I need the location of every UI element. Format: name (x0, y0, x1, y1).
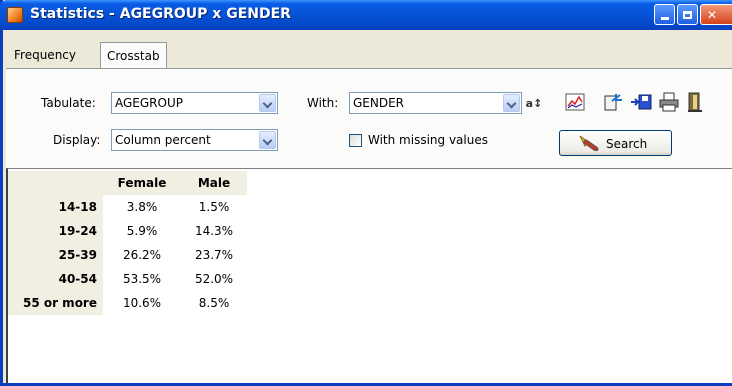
maximize-icon (683, 10, 692, 19)
maximize-button[interactable] (677, 4, 698, 25)
window-title: Statistics - AGEGROUP x GENDER (30, 6, 291, 22)
with-label: With: (307, 96, 339, 110)
table-cell: 26.2% (103, 243, 181, 267)
crosstab-controls-panel: Tabulate: AGEGROUP With: GENDER a↕ Displ… (6, 68, 732, 168)
table-cell: 23.7% (181, 243, 247, 267)
tab-frequency[interactable]: Frequency (8, 44, 82, 67)
row-header: 19-24 (8, 219, 103, 243)
table-cell: 8.5% (181, 291, 247, 315)
table-cell: 53.5% (103, 267, 181, 291)
chevron-down-icon[interactable] (503, 94, 520, 112)
table-cell: 52.0% (181, 267, 247, 291)
table-header-row: Female Male (8, 171, 247, 195)
tabulate-label: Tabulate: (41, 96, 96, 110)
table-row: 25-39 26.2% 23.7% (8, 243, 247, 267)
minimize-button[interactable] (654, 4, 675, 25)
table-row: 40-54 53.5% 52.0% (8, 267, 247, 291)
search-button[interactable]: Search (559, 130, 672, 156)
table-cell: 3.8% (103, 195, 181, 219)
display-label: Display: (53, 133, 101, 147)
table-row: 14-18 3.8% 1.5% (8, 195, 247, 219)
title-bar[interactable]: Statistics - AGEGROUP x GENDER ✕ (0, 0, 732, 30)
graph-icon[interactable] (564, 91, 586, 113)
missing-values-checkbox[interactable] (349, 134, 362, 147)
display-select[interactable]: Column percent (111, 129, 278, 151)
table-corner (8, 171, 103, 195)
save-icon[interactable] (630, 91, 652, 113)
tabulate-select[interactable]: AGEGROUP (111, 92, 278, 114)
with-value: GENDER (353, 96, 405, 110)
close-icon: ✕ (706, 7, 718, 22)
column-header-male: Male (181, 171, 247, 195)
tabulate-value: AGEGROUP (115, 96, 183, 110)
display-value: Column percent (115, 133, 211, 147)
print-icon[interactable] (658, 91, 680, 113)
table-cell: 5.9% (103, 219, 181, 243)
row-header: 55 or more (8, 291, 103, 315)
close-button[interactable]: ✕ (700, 4, 732, 25)
chevron-down-icon[interactable] (259, 94, 276, 112)
table-cell: 1.5% (181, 195, 247, 219)
export-icon[interactable] (602, 91, 624, 113)
sort-abc-icon[interactable]: a↕ (523, 92, 545, 114)
row-header: 14-18 (8, 195, 103, 219)
exit-icon[interactable] (684, 91, 706, 113)
chevron-down-icon[interactable] (259, 131, 276, 149)
table-row: 19-24 5.9% 14.3% (8, 219, 247, 243)
table-cell: 10.6% (103, 291, 181, 315)
table-row: 55 or more 10.6% 8.5% (8, 291, 247, 315)
table-cell: 14.3% (181, 219, 247, 243)
statistics-window: Statistics - AGEGROUP x GENDER ✕ Frequen… (0, 0, 732, 386)
column-header-female: Female (103, 171, 181, 195)
search-label: Search (606, 137, 648, 151)
crosstab-table: Female Male 14-18 3.8% 1.5% 19-24 5.9% 1… (8, 171, 247, 315)
row-header: 25-39 (8, 243, 103, 267)
missing-values-label[interactable]: With missing values (368, 133, 488, 147)
row-header: 40-54 (8, 267, 103, 291)
flashlight-icon (578, 133, 600, 154)
app-icon (7, 7, 23, 23)
tab-crosstab[interactable]: Crosstab (100, 42, 167, 69)
results-pane: Female Male 14-18 3.8% 1.5% 19-24 5.9% 1… (6, 168, 732, 383)
minimize-icon (660, 17, 669, 20)
with-select[interactable]: GENDER (349, 92, 522, 114)
